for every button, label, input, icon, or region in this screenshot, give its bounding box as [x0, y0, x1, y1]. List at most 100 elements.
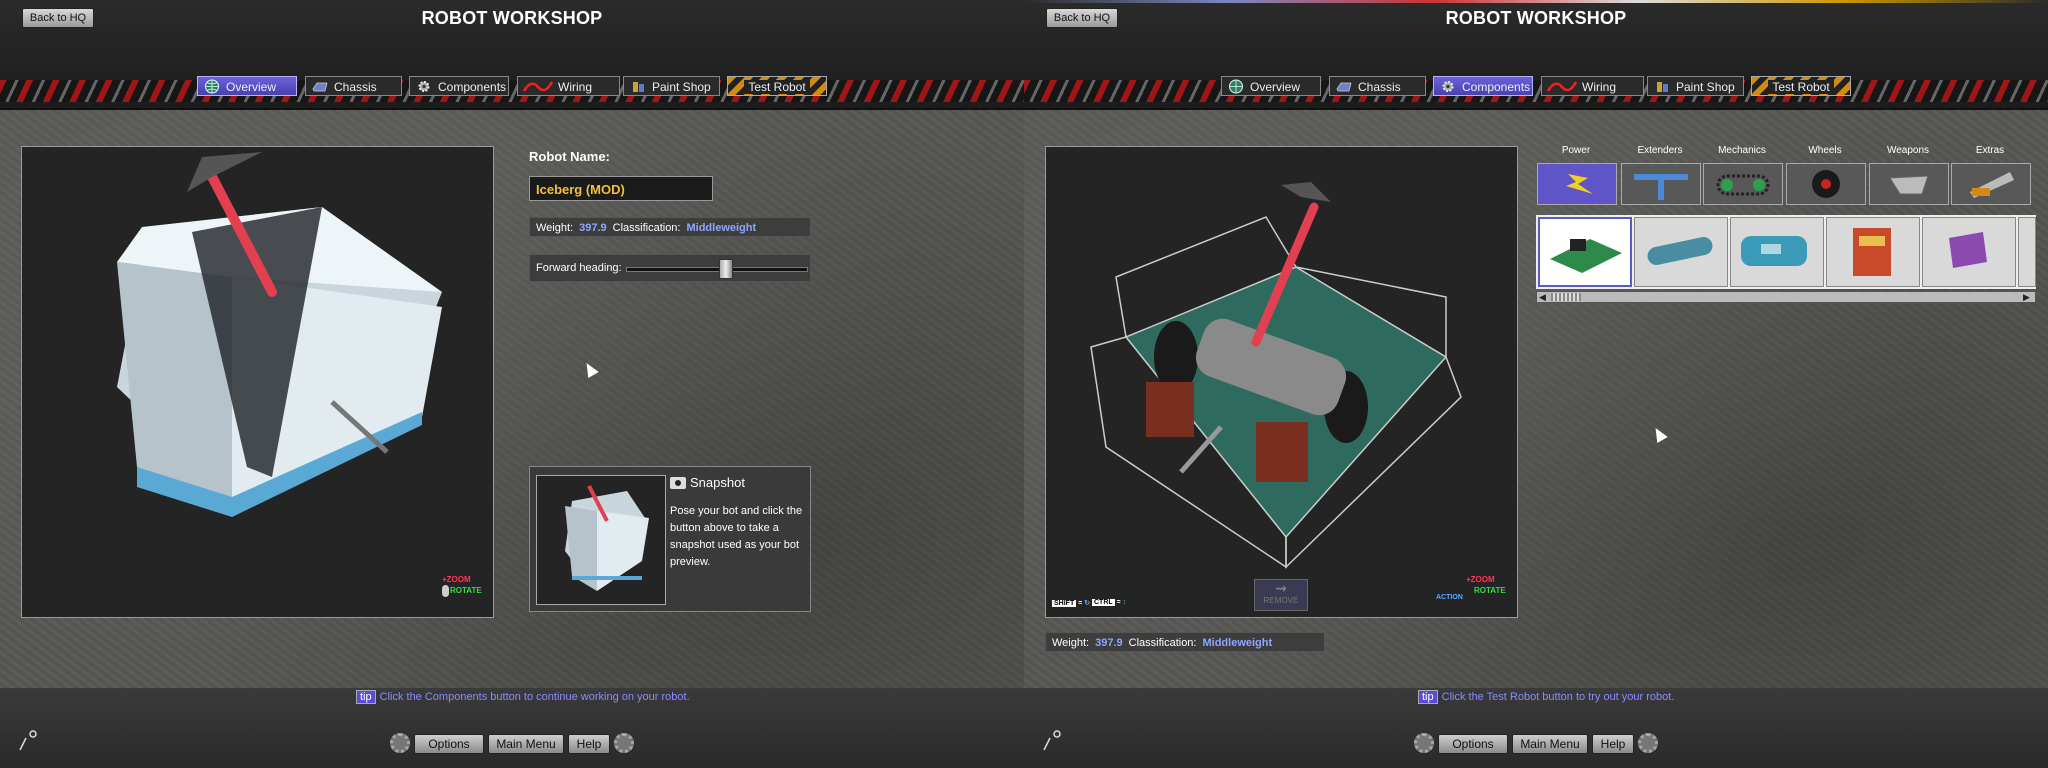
zoom-hint: +ZOOM — [1466, 575, 1495, 584]
tip-text: Click the Test Robot button to try out y… — [1441, 691, 1675, 703]
weight-classification-bar: Weight: 397.9 Classification: Middleweight — [1045, 632, 1325, 652]
category-label-extras: Extras — [1975, 145, 2005, 156]
rotate-label: ROTATE — [450, 586, 482, 595]
workshop-tabs: Overview Chassis Components Wiring Paint… — [0, 76, 1024, 98]
tab-paint-shop[interactable]: Paint Shop — [1647, 76, 1744, 96]
category-power-button[interactable] — [1537, 163, 1617, 205]
weight-label: Weight: — [536, 222, 574, 234]
tank-icon — [1647, 237, 1713, 265]
tab-label: Wiring — [558, 80, 593, 94]
tab-test-robot[interactable]: Test Robot — [1751, 76, 1851, 96]
component-battery-box[interactable] — [1826, 217, 1920, 287]
category-label-mechanics: Mechanics — [1718, 145, 1766, 156]
tab-chassis[interactable]: Chassis — [305, 76, 402, 96]
chassis-icon — [312, 82, 328, 92]
workshop-components-pane: Back to HQ ROBOT WORKSHOP Overview Chass… — [1024, 0, 2048, 768]
circuit-board-icon — [1550, 239, 1622, 273]
tip-line: tip Click the Components button to contin… — [356, 690, 690, 704]
shift-key: SHIFT — [1052, 600, 1077, 607]
category-label-power: Power — [1561, 145, 1591, 156]
help-button[interactable]: Help — [1592, 734, 1634, 754]
help-button[interactable]: Help — [568, 734, 610, 754]
corner-logo-icon — [14, 728, 40, 754]
component-category-labels: Power Extenders Mechanics Wheels Weapons… — [1536, 145, 2036, 159]
options-button[interactable]: Options — [1438, 734, 1508, 754]
category-extras-button[interactable] — [1951, 163, 2031, 205]
page-title: ROBOT WORKSHOP — [1445, 8, 1627, 28]
tab-label: Wiring — [1582, 80, 1617, 94]
tab-overview[interactable]: Overview — [1221, 76, 1321, 96]
lightning-icon — [1566, 174, 1593, 194]
gear-icon — [390, 733, 410, 753]
tab-paint-shop[interactable]: Paint Shop — [623, 76, 720, 96]
tab-label: Overview — [226, 80, 277, 94]
category-label-extenders: Extenders — [1637, 145, 1683, 156]
tab-chassis[interactable]: Chassis — [1329, 76, 1426, 96]
ctrl-move-hint: CTRL = ↕ — [1092, 599, 1127, 606]
weapon-icon — [1889, 175, 1929, 195]
classification-label: Classification: — [612, 222, 681, 234]
ctrl-key: CTRL — [1092, 599, 1115, 606]
extender-icon — [1634, 174, 1688, 200]
category-label-wheels: Wheels — [1808, 145, 1842, 156]
robot-name-input[interactable]: Iceberg (MOD) — [529, 176, 713, 201]
tab-overview[interactable]: Overview — [197, 76, 297, 96]
camera-icon[interactable] — [670, 477, 686, 489]
component-circuit-board[interactable] — [1538, 217, 1632, 287]
snapshot-preview-button[interactable] — [536, 475, 666, 605]
component-partial[interactable] — [2018, 217, 2036, 287]
tab-wiring[interactable]: Wiring — [1541, 76, 1644, 96]
category-extenders-button[interactable] — [1621, 163, 1701, 205]
tab-label: Paint Shop — [1676, 80, 1735, 94]
zoom-label: ZOOM — [1470, 575, 1495, 584]
main-menu-button[interactable]: Main Menu — [1512, 734, 1588, 754]
zoom-label: ZOOM — [446, 575, 471, 584]
gear-icon — [1442, 81, 1454, 92]
gear-icon — [1414, 733, 1434, 753]
tab-test-robot[interactable]: Test Robot — [727, 76, 827, 96]
rotate-label: ROTATE — [1474, 586, 1506, 595]
weight-value: 397.9 — [1095, 637, 1123, 649]
robot-model — [117, 152, 442, 517]
tab-components[interactable]: Components — [1433, 76, 1533, 96]
tab-label: Chassis — [334, 80, 377, 94]
globe-icon — [1229, 79, 1243, 94]
options-button[interactable]: Options — [414, 734, 484, 754]
forward-heading-control: Forward heading: — [529, 254, 811, 282]
tab-wiring[interactable]: Wiring — [517, 76, 620, 96]
tab-label: Test Robot — [744, 80, 810, 94]
classification-value: Middleweight — [686, 222, 757, 234]
component-co2-canister[interactable] — [1730, 217, 1824, 287]
tab-label: Components — [438, 80, 507, 94]
component-scrollbar[interactable]: ◀ ▶ — [1536, 291, 2036, 303]
extras-icon — [1970, 172, 2014, 198]
purple-battery-icon — [1949, 232, 1987, 268]
category-wheels-button[interactable] — [1786, 163, 1866, 205]
tip-badge: tip — [1418, 690, 1438, 704]
gear-icon — [418, 81, 430, 92]
category-mechanics-button[interactable] — [1703, 163, 1783, 205]
classification-value: Middleweight — [1202, 637, 1273, 649]
tab-label: Overview — [1250, 80, 1301, 94]
robot-3d-viewport[interactable]: SHIFT = ↻ CTRL = ↕ ACTION +ZOOM ROTATE — [1045, 146, 1518, 618]
component-list — [1536, 215, 2036, 289]
forward-heading-slider-thumb[interactable] — [719, 259, 733, 279]
scroll-right-arrow-icon[interactable]: ▶ — [2023, 292, 2033, 302]
forward-heading-slider[interactable] — [626, 267, 808, 272]
remove-button[interactable]: ⇝ REMOVE — [1254, 579, 1308, 611]
robot-3d-viewport[interactable]: +ZOOM ROTATE — [21, 146, 494, 618]
forward-heading-label: Forward heading: — [536, 262, 622, 274]
component-cylinder-tank[interactable] — [1634, 217, 1728, 287]
tab-components[interactable]: Components — [409, 76, 509, 96]
main-menu-button[interactable]: Main Menu — [488, 734, 564, 754]
scroll-left-arrow-icon[interactable]: ◀ — [1539, 292, 1549, 302]
battery-icon — [1853, 228, 1891, 276]
category-weapons-button[interactable] — [1869, 163, 1949, 205]
chassis-icon — [1336, 82, 1352, 92]
scrollbar-thumb[interactable] — [1551, 293, 1581, 301]
page-title: ROBOT WORKSHOP — [421, 8, 603, 28]
gear-icon — [614, 733, 634, 753]
weight-value: 397.9 — [579, 222, 607, 234]
component-purple-battery[interactable] — [1922, 217, 2016, 287]
category-label-weapons: Weapons — [1886, 145, 1930, 156]
